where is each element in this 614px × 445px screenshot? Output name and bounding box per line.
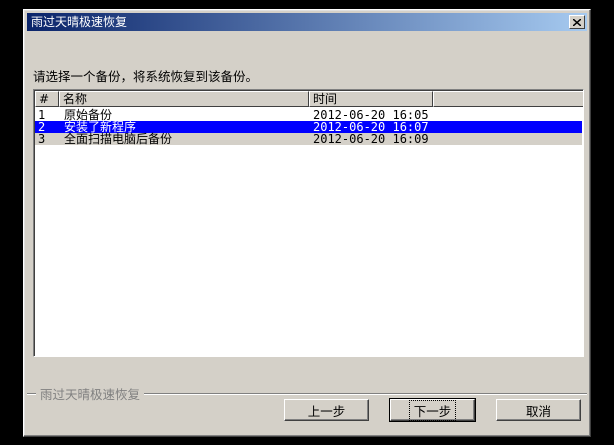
window-title: 雨过天晴极速恢复 (31, 15, 128, 29)
cancel-button[interactable]: 取消 (496, 399, 581, 421)
list-row[interactable]: 3 全面扫描电脑后备份 2012-06-20 16:09 (35, 133, 582, 145)
row-number: 3 (38, 132, 46, 146)
restore-dialog: 雨过天晴极速恢复 请选择一个备份，将系统恢复到该备份。 # 名称 时间 1 原始… (23, 9, 591, 437)
instruction-text: 请选择一个备份，将系统恢复到该备份。 (33, 69, 259, 84)
next-button-label: 下一步 (408, 399, 457, 421)
next-button[interactable]: 下一步 (389, 398, 476, 422)
column-header-number[interactable]: # (35, 91, 59, 107)
title-bar[interactable]: 雨过天晴极速恢复 (27, 13, 587, 31)
row-time: 2012-06-20 16:09 (313, 132, 429, 146)
prev-button-label: 上一步 (307, 403, 346, 419)
backup-list[interactable]: # 名称 时间 1 原始备份 2012-06-20 16:05 2 安装了新程序… (33, 89, 584, 357)
column-header-empty (433, 91, 583, 107)
column-header-name[interactable]: 名称 (59, 91, 309, 107)
list-body: 1 原始备份 2012-06-20 16:05 2 安装了新程序 2012-06… (35, 109, 582, 145)
cancel-button-label: 取消 (525, 403, 551, 419)
close-icon (573, 18, 581, 26)
column-header-time[interactable]: 时间 (309, 91, 433, 107)
footer-brand-label: 雨过天晴极速恢复 (36, 384, 145, 403)
list-header: # 名称 时间 (35, 91, 583, 107)
row-name: 全面扫描电脑后备份 (64, 132, 173, 146)
close-button[interactable] (569, 15, 585, 29)
prev-button[interactable]: 上一步 (284, 399, 369, 421)
